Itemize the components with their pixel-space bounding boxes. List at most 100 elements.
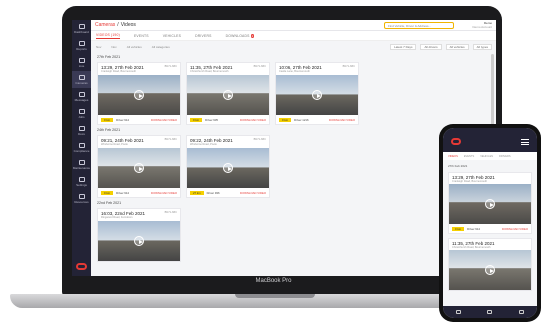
tab-vehicles[interactable]: VEHICLES [163, 34, 181, 38]
speed-badge: 0 km [279, 117, 292, 122]
card-footer: 0 km Driver 914 DOWNLOAD VIDEO [449, 224, 531, 233]
sidebar-item-resources[interactable]: Resources [72, 190, 91, 207]
play-icon[interactable] [223, 163, 233, 173]
download-link[interactable]: DOWNLOAD VIDEO [240, 191, 266, 195]
sidebar-item-reports[interactable]: Reports [72, 37, 91, 54]
phone-tab-bar: VIDEOS EVENTS VEHICLES DRIVERS [443, 152, 537, 160]
play-icon[interactable] [485, 199, 495, 209]
sidebar-item-label: Live [78, 63, 85, 68]
tab-events[interactable]: EVENTS [134, 34, 149, 38]
sidebar-item-compliance[interactable]: Compliance [72, 139, 91, 156]
driver-name: Driver 914 [116, 190, 129, 195]
video-card[interactable]: 11:35, 27th Feb 2021 Christchurch Road, B… [186, 62, 270, 125]
phone-screen: VIDEOS EVENTS VEHICLES DRIVERS 27th Feb 202… [443, 128, 537, 318]
video-card[interactable]: 09:21, 24th Feb 2021 Wimborne Road, Poole… [97, 135, 181, 198]
play-icon[interactable] [485, 265, 495, 275]
driver-name: Driver 914 [116, 117, 129, 122]
phone-header [443, 128, 537, 152]
speed-badge: 0 km [452, 226, 465, 231]
video-card[interactable]: 13:29, 27th Feb 2021 Cranleigh Road, Bour… [448, 172, 532, 234]
video-thumbnail[interactable] [187, 75, 269, 115]
sidebar-item-live[interactable]: Live [72, 54, 91, 71]
sidebar-item-label: Settings [76, 182, 87, 187]
sidebar-item-cameras[interactable]: Cameras [72, 71, 91, 88]
filter-dropdown[interactable]: All types [472, 44, 492, 50]
video-thumbnail[interactable] [449, 250, 531, 290]
stage: MacBook Pro Dashboard Reports Live Cameras M… [0, 0, 547, 324]
card-footer: 27 km Driver 936 DOWNLOAD VIDEO [187, 188, 269, 197]
video-list: 27th Feb 2021 13:29, 27th Feb 2021 Cranlei… [91, 52, 486, 276]
video-card[interactable]: 11:35, 27th Feb 2021 Christchurch Road, B… [448, 238, 532, 291]
filter-dropdown[interactable]: Latest 7 Days [390, 44, 417, 50]
download-link[interactable]: DOWNLOAD VIDEO [151, 118, 177, 122]
tab-downloads[interactable]: DOWNLOADS 2 [226, 33, 255, 38]
menu-icon[interactable] [521, 139, 529, 145]
speed-badge: 0 km [190, 117, 203, 122]
filter-dropdown[interactable]: All vehicles [445, 44, 469, 50]
breadcrumb-parent[interactable]: Cameras [95, 22, 115, 28]
video-thumbnail[interactable] [98, 221, 180, 261]
phone-nav-settings-icon[interactable] [518, 310, 524, 314]
sidebar-item-jobs[interactable]: Jobs [72, 105, 91, 122]
search-input[interactable]: Find Vehicle, Driver & Address... [384, 22, 454, 29]
sidebar-item-messages[interactable]: Messages [72, 88, 91, 105]
card-footer: 0 km Driver 1216 DOWNLOAD VIDEO [276, 115, 358, 124]
sidebar-item-label: Dashboard [74, 29, 89, 34]
phone-tab-videos[interactable]: VIDEOS [448, 155, 458, 158]
phone-tab-drivers[interactable]: DRIVERS [499, 155, 511, 158]
filter-dropdowns: Latest 7 Days All drivers All vehicles All … [390, 44, 492, 50]
tab-bar: VIDEOS(190) EVENTS VEHICLES DRIVERS DOWNLOAD… [91, 31, 496, 41]
play-icon[interactable] [134, 236, 144, 246]
card-footer: 0 km Driver 914 DOWNLOAD VIDEO [98, 115, 180, 124]
sidebar-item-docs[interactable]: Docs [72, 122, 91, 139]
maintenance-icon [78, 159, 85, 165]
filter-chip[interactable]: Nov [96, 45, 101, 49]
filter-chip[interactable]: All vehicles [127, 45, 142, 49]
video-card[interactable]: 10:06, 27th Feb 2021 Castle Lane, Bournem… [275, 62, 359, 125]
card-location: Cranleigh Road, Bournemouth [452, 180, 488, 183]
filter-chip[interactable]: Nov [111, 45, 116, 49]
download-link[interactable]: DOWNLOAD VIDEO [240, 118, 266, 122]
phone-nav-home-icon[interactable] [456, 310, 462, 314]
play-icon[interactable] [312, 90, 322, 100]
play-icon[interactable] [134, 163, 144, 173]
sidebar-item-maintenance[interactable]: Maintenance [72, 156, 91, 173]
date-heading: 22nd Feb 2021 [97, 201, 122, 205]
tab-drivers[interactable]: DRIVERS [195, 34, 211, 38]
play-icon[interactable] [223, 90, 233, 100]
download-link[interactable]: DOWNLOAD VIDEO [502, 227, 528, 231]
filter-bar: Nov Nov All vehicles All categories Latest 7… [91, 43, 496, 51]
video-thumbnail[interactable] [98, 75, 180, 115]
phone-nav-video-icon[interactable] [487, 310, 493, 314]
sidebar-item-dashboard[interactable]: Dashboard [72, 20, 91, 37]
card-vehicle-id: BN71 ABC [164, 211, 177, 214]
download-link[interactable]: DOWNLOAD VIDEO [151, 191, 177, 195]
phone-tab-events[interactable]: EVENTS [464, 155, 474, 158]
laptop-screen: Dashboard Reports Live Cameras Messages Jobs D… [72, 20, 496, 276]
sidebar: Dashboard Reports Live Cameras Messages Jobs D… [72, 20, 91, 276]
live-icon [78, 57, 85, 63]
video-thumbnail[interactable] [276, 75, 358, 115]
filter-dropdown[interactable]: All drivers [420, 44, 442, 50]
docs-icon [78, 125, 85, 131]
video-card[interactable]: 09:22, 24th Feb 2021 Wimborne Road, Poole… [186, 135, 270, 198]
phone-tab-vehicles[interactable]: VEHICLES [480, 155, 493, 158]
dashboard-icon [78, 23, 85, 29]
user-menu[interactable]: Demo Demo Account [472, 21, 492, 29]
driver-name: Driver 935 [205, 117, 218, 122]
video-thumbnail[interactable] [449, 184, 531, 224]
card-location: Cranleigh Road, Bournemouth [101, 70, 137, 73]
play-icon[interactable] [134, 90, 144, 100]
sidebar-item-settings[interactable]: Settings [72, 173, 91, 190]
card-vehicle-id: BN71 ABC [342, 65, 355, 68]
video-card[interactable]: 16:03, 22nd Feb 2021 Ringwood Road, Fernd… [97, 208, 181, 262]
sidebar-item-label: Docs [78, 131, 85, 136]
card-header: 13:29, 27th Feb 2021 Cranleigh Road, Bour… [98, 63, 180, 75]
download-link[interactable]: DOWNLOAD VIDEO [329, 118, 355, 122]
video-card[interactable]: 13:29, 27th Feb 2021 Cranleigh Road, Bour… [97, 62, 181, 125]
driver-name: Driver 936 [206, 190, 220, 195]
video-thumbnail[interactable] [98, 148, 180, 188]
tab-videos[interactable]: VIDEOS(190) [96, 33, 120, 39]
filter-chip[interactable]: All categories [152, 45, 170, 49]
video-thumbnail[interactable] [187, 148, 269, 188]
